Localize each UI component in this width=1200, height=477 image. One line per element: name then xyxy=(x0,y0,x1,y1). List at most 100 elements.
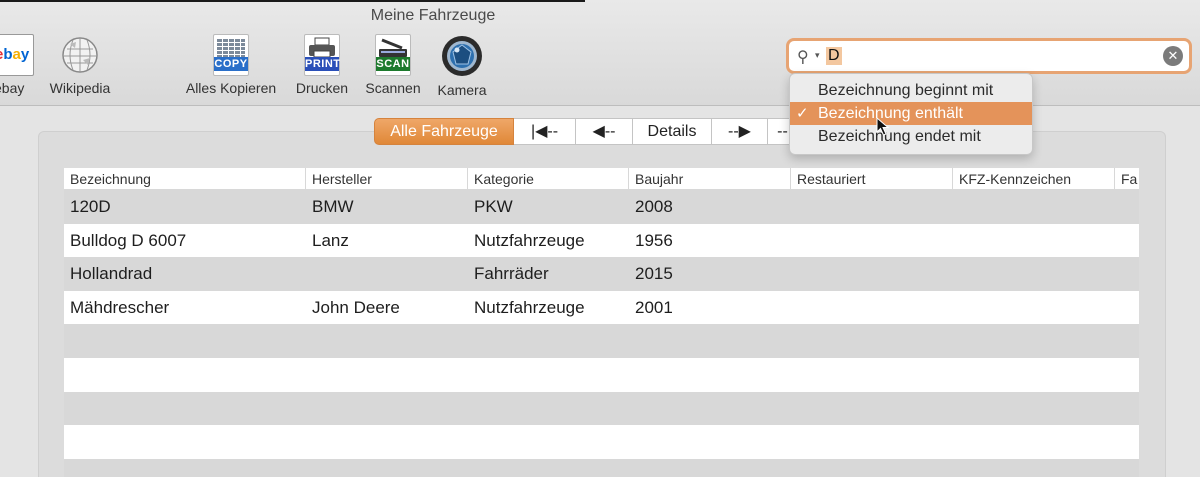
table-cell xyxy=(953,459,1115,477)
column-header[interactable]: Restauriert xyxy=(791,168,953,190)
table-cell: John Deere xyxy=(312,297,400,317)
table-cell xyxy=(791,425,953,459)
column-header[interactable]: Kategorie xyxy=(468,168,629,190)
menu-item-label: Bezeichnung endet mit xyxy=(818,128,981,145)
chevron-down-icon[interactable]: ▾ xyxy=(815,50,820,61)
table-cell xyxy=(953,224,1115,258)
table-cell xyxy=(791,459,953,477)
table-cell xyxy=(629,324,791,358)
table-cell xyxy=(64,425,306,459)
next-record-button[interactable]: --▶ xyxy=(712,118,768,145)
menu-item-contains[interactable]: ✓ Bezeichnung enthält xyxy=(790,102,1032,125)
table-row[interactable] xyxy=(64,425,1139,459)
table-header: Bezeichnung Hersteller Kategorie Baujahr… xyxy=(64,168,1139,190)
column-header[interactable]: Hersteller xyxy=(306,168,468,190)
table-cell xyxy=(64,392,306,426)
table-cell xyxy=(791,358,953,392)
column-header[interactable]: KFZ-Kennzeichen xyxy=(953,168,1115,190)
ebay-logo-icon: ebay xyxy=(0,34,34,76)
vehicle-table: Bezeichnung Hersteller Kategorie Baujahr… xyxy=(64,168,1139,477)
table-cell xyxy=(1115,224,1139,258)
table-cell: 120D xyxy=(70,197,111,216)
top-edge xyxy=(0,0,585,2)
search-input[interactable]: D xyxy=(826,47,842,65)
window-title: Meine Fahrzeuge xyxy=(370,7,496,24)
print-icon: PRINT xyxy=(304,34,340,76)
table-row[interactable]: Mähdrescher John Deere Nutzfahrzeuge 2001 xyxy=(64,290,1139,325)
table-body: 120D BMW PKW 2008 Bulldog D 6007 Lanz Nutzfahr… xyxy=(64,190,1139,477)
search-field[interactable]: ⚲ ▾ D ✕ xyxy=(786,38,1192,74)
table-cell: PKW xyxy=(474,197,513,216)
menu-item-label: Bezeichnung beginnt mit xyxy=(818,82,994,99)
table-cell: 1956 xyxy=(635,230,673,250)
wikipedia-button[interactable]: Wikipedia xyxy=(46,34,114,96)
camera-label: Kamera xyxy=(437,82,487,98)
table-cell xyxy=(953,358,1115,392)
table-cell xyxy=(468,392,629,426)
table-row[interactable] xyxy=(64,458,1139,477)
copy-icon: COPY xyxy=(213,34,249,76)
copy-all-button[interactable]: COPY Alles Kopieren xyxy=(180,34,282,96)
clear-icon[interactable]: ✕ xyxy=(1163,46,1183,66)
table-cell xyxy=(953,425,1115,459)
wikipedia-label: Wikipedia xyxy=(49,80,111,96)
table-row[interactable] xyxy=(64,391,1139,426)
table-cell xyxy=(306,257,468,291)
table-cell: Lanz xyxy=(312,230,349,250)
copy-all-label: Alles Kopieren xyxy=(185,80,277,96)
column-header[interactable]: Baujahr xyxy=(629,168,791,190)
menu-item-begins-with[interactable]: Bezeichnung beginnt mit xyxy=(790,79,1032,102)
camera-lens-icon xyxy=(442,36,482,76)
previous-record-button[interactable]: ◀-- xyxy=(576,118,633,145)
ebay-button[interactable]: ebay ebay xyxy=(0,34,34,96)
search-options-menu: Bezeichnung beginnt mit ✓ Bezeichnung en… xyxy=(789,73,1033,155)
table-cell xyxy=(64,324,306,358)
table-cell: BMW xyxy=(312,197,354,216)
details-button[interactable]: Details xyxy=(633,118,712,145)
table-row[interactable] xyxy=(64,357,1139,392)
table-row[interactable]: 120D BMW PKW 2008 xyxy=(64,190,1139,224)
table-cell xyxy=(791,291,953,325)
table-cell xyxy=(1115,459,1139,477)
table-cell xyxy=(791,324,953,358)
table-cell xyxy=(468,425,629,459)
table-cell xyxy=(791,224,953,258)
table-cell: Bulldog D 6007 xyxy=(70,230,187,250)
column-header[interactable]: Bezeichnung xyxy=(64,168,306,190)
column-header[interactable]: Fa xyxy=(1115,168,1139,190)
table-cell xyxy=(306,358,468,392)
print-tag: PRINT xyxy=(305,57,341,71)
table-cell xyxy=(1115,257,1139,291)
mouse-pointer-icon xyxy=(876,117,890,136)
table-row[interactable]: Hollandrad Fahrräder 2015 xyxy=(64,257,1139,291)
tab-all-vehicles[interactable]: Alle Fahrzeuge xyxy=(374,118,514,145)
scan-button[interactable]: SCAN Scannen xyxy=(362,34,424,96)
table-cell xyxy=(306,392,468,426)
menu-item-ends-with[interactable]: Bezeichnung endet mit xyxy=(790,125,1032,148)
table-cell xyxy=(953,291,1115,325)
camera-button[interactable]: Kamera xyxy=(434,34,490,98)
table-row[interactable]: Bulldog D 6007 Lanz Nutzfahrzeuge 1956 xyxy=(64,223,1139,258)
table-cell xyxy=(953,392,1115,426)
table-cell: Fahrräder xyxy=(474,264,549,284)
table-cell: Mähdrescher xyxy=(70,297,170,317)
search-icon[interactable]: ⚲ xyxy=(797,47,809,67)
table-cell xyxy=(791,190,953,224)
print-button[interactable]: PRINT Drucken xyxy=(292,34,352,96)
table-cell xyxy=(791,392,953,426)
table-cell xyxy=(953,324,1115,358)
table-cell xyxy=(306,459,468,477)
first-record-button[interactable]: |◀-- xyxy=(514,118,576,145)
table-cell xyxy=(468,459,629,477)
table-cell xyxy=(64,358,306,392)
table-cell xyxy=(1115,291,1139,325)
table-cell xyxy=(1115,190,1139,224)
table-cell xyxy=(629,392,791,426)
table-row[interactable] xyxy=(64,324,1139,358)
table-cell: 2001 xyxy=(635,297,673,317)
table-cell xyxy=(468,324,629,358)
table-cell xyxy=(629,425,791,459)
record-navigation: Alle Fahrzeuge |◀-- ◀-- Details --▶ -- xyxy=(374,118,798,145)
table-cell xyxy=(306,324,468,358)
table-cell: Nutzfahrzeuge xyxy=(474,297,585,317)
